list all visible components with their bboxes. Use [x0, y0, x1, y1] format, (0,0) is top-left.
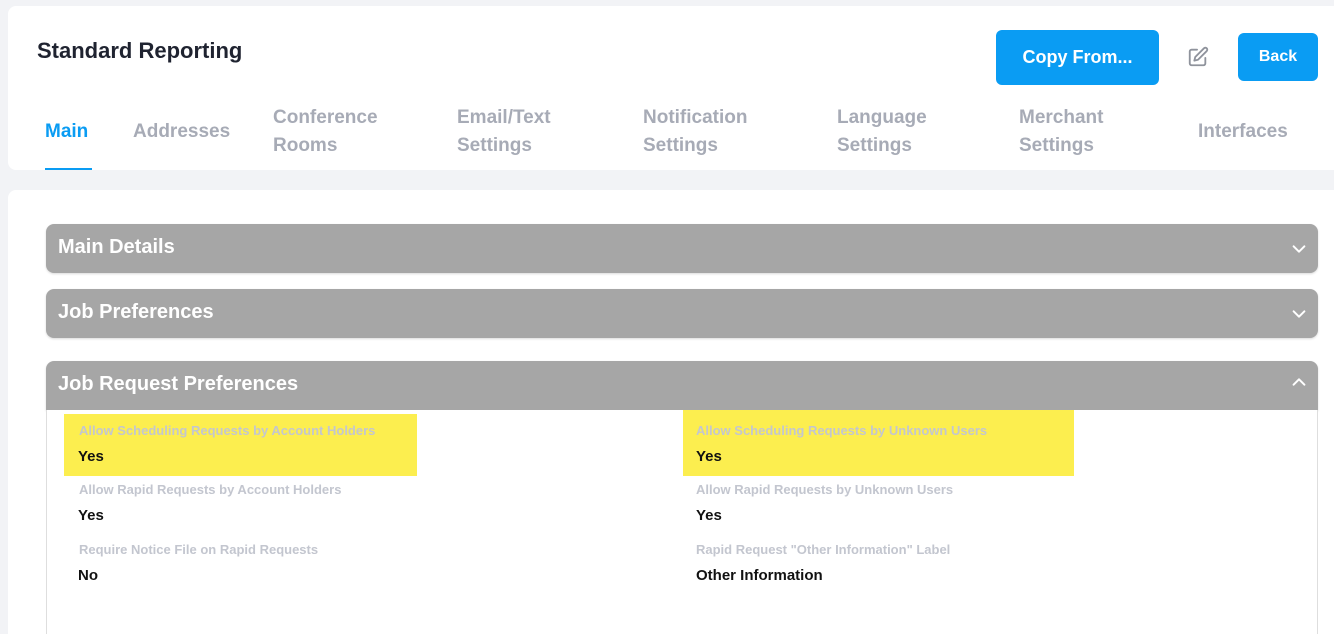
edit-button[interactable]: [1180, 42, 1216, 72]
tab-notification-settings[interactable]: Notification Settings: [643, 104, 768, 160]
field-value: No: [78, 567, 98, 584]
field-label: Allow Scheduling Requests by Account Hol…: [79, 423, 376, 438]
field-label: Allow Scheduling Requests by Unknown Use…: [696, 423, 988, 438]
accordion-main-details[interactable]: Main Details: [46, 224, 1318, 273]
tab-interfaces[interactable]: Interfaces: [1198, 118, 1288, 146]
accordion-title: Main Details: [58, 236, 175, 258]
field-label: Require Notice File on Rapid Requests: [79, 542, 319, 557]
chevron-down-icon: [1292, 245, 1306, 253]
tab-main[interactable]: Main: [45, 118, 88, 146]
highlight-unknown-users: [683, 410, 1074, 476]
field-label: Allow Rapid Requests by Account Holders: [79, 482, 342, 497]
chevron-down-icon: [1292, 310, 1306, 318]
active-tab-underline: [45, 168, 92, 170]
tab-email-text-settings[interactable]: Email/Text Settings: [457, 104, 582, 160]
field-value: Other Information: [696, 567, 823, 584]
field-label: Allow Rapid Requests by Unknown Users: [696, 482, 954, 497]
pencil-square-icon: [1188, 46, 1209, 67]
accordion-title: Job Preferences: [58, 301, 214, 323]
tab-merchant-settings[interactable]: Merchant Settings: [1019, 104, 1129, 160]
back-button[interactable]: Back: [1238, 33, 1318, 81]
field-value: Yes: [78, 448, 104, 465]
accordion-job-request-preferences[interactable]: Job Request Preferences: [46, 361, 1318, 410]
copy-from-button[interactable]: Copy From...: [996, 30, 1159, 85]
accordion-job-preferences[interactable]: Job Preferences: [46, 289, 1318, 338]
accordion-title: Job Request Preferences: [58, 373, 299, 395]
tab-language-settings[interactable]: Language Settings: [837, 104, 947, 160]
page-title: Standard Reporting: [37, 38, 243, 63]
tab-addresses[interactable]: Addresses: [133, 118, 230, 146]
field-value: Yes: [78, 507, 104, 524]
tab-conference-rooms[interactable]: Conference Rooms: [273, 104, 403, 160]
field-value: Yes: [696, 448, 722, 465]
chevron-up-icon: [1292, 378, 1306, 386]
field-label: Rapid Request "Other Information" Label: [696, 542, 951, 557]
field-value: Yes: [696, 507, 722, 524]
